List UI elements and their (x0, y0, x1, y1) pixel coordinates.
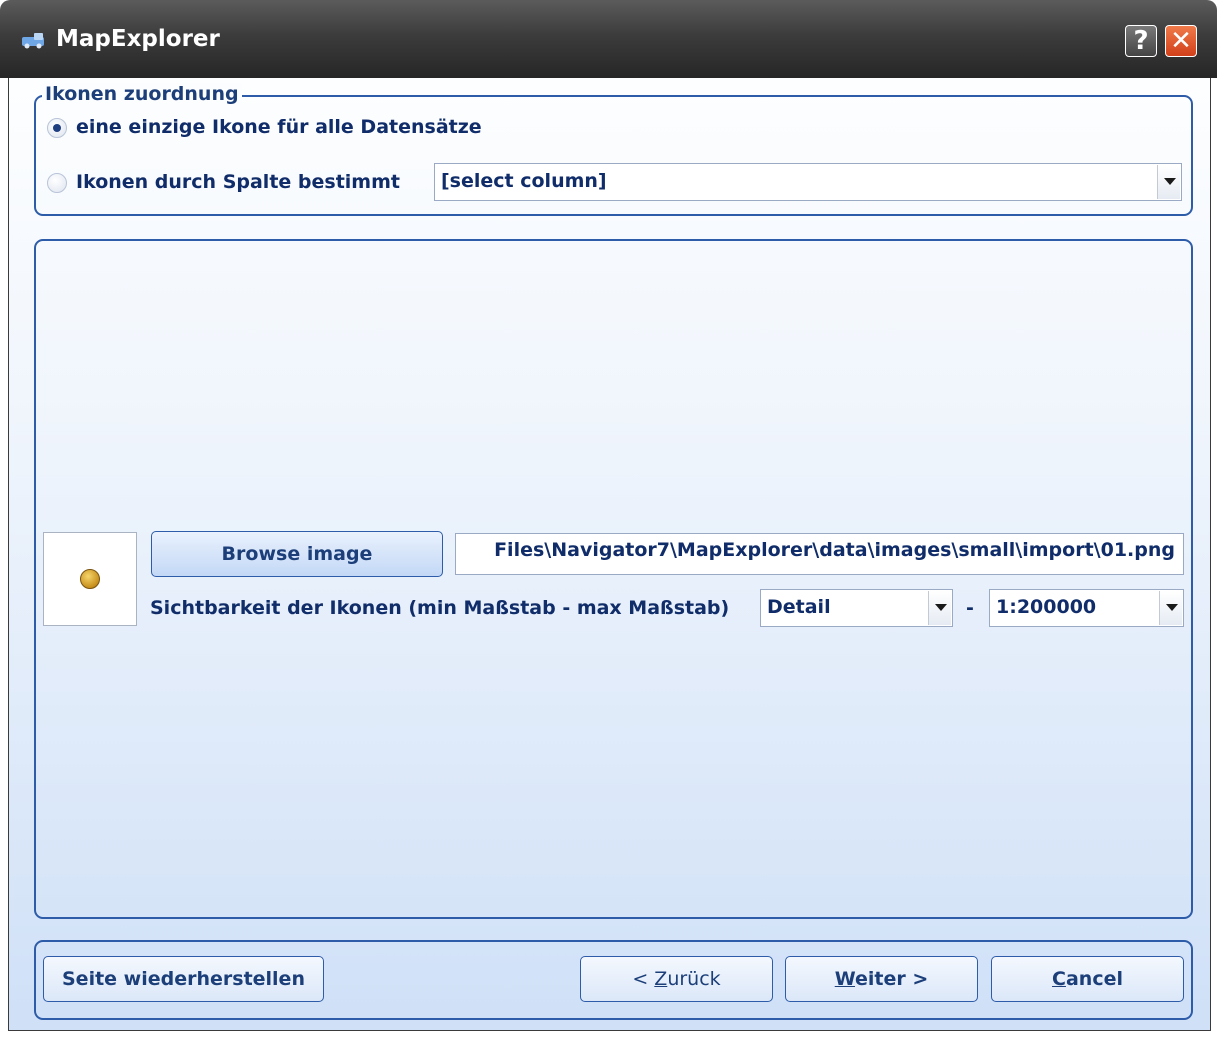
close-button[interactable]: ✕ (1165, 25, 1197, 57)
visibility-label: Sichtbarkeit der Ikonen (min Maßstab - m… (150, 597, 730, 619)
back-prefix: < (632, 968, 655, 990)
next-button[interactable]: Weiter > (785, 956, 978, 1002)
radio-icon-by-column[interactable] (47, 173, 67, 193)
icon-preview (43, 532, 137, 626)
cancel-label: Cancel (1052, 968, 1123, 990)
back-button[interactable]: < Zurück (580, 956, 773, 1002)
back-rest: urück (667, 968, 721, 990)
radio-single-icon-label[interactable]: eine einzige Ikone für alle Datensätze (76, 116, 482, 138)
back-label: < Zurück (632, 968, 720, 990)
radio-single-icon[interactable] (47, 118, 67, 138)
max-scale-value: 1:200000 (996, 596, 1097, 618)
chevron-down-icon[interactable] (1157, 165, 1180, 199)
close-icon: ✕ (1170, 26, 1192, 56)
restore-page-button[interactable]: Seite wiederherstellen (43, 956, 324, 1002)
icon-assignment-group: Ikonen zuordnung eine einzige Ikone für … (34, 83, 1193, 216)
max-scale-select[interactable]: 1:200000 (989, 589, 1184, 627)
column-select[interactable]: [select column] (434, 163, 1182, 201)
group-legend: Ikonen zuordnung (42, 83, 242, 105)
title-bar[interactable]: MapExplorer ? ✕ (0, 0, 1217, 78)
next-accel: W (834, 968, 855, 990)
cancel-button[interactable]: Cancel (991, 956, 1184, 1002)
next-label: Weiter > (835, 968, 929, 990)
help-button[interactable]: ? (1125, 25, 1157, 57)
cancel-rest: ancel (1065, 968, 1123, 990)
image-path-value: Files\Navigator7\MapExplorer\data\images… (494, 539, 1175, 561)
radio-selected-dot (53, 124, 61, 132)
back-accel: Z (654, 968, 668, 990)
cancel-accel: C (1052, 968, 1066, 990)
window-title: MapExplorer (56, 26, 220, 52)
min-scale-value: Detail (767, 596, 831, 618)
browse-image-label: Browse image (221, 543, 373, 565)
icon-settings-panel (34, 239, 1193, 919)
mapexplorer-dialog: MapExplorer ? ✕ Ikonen zuordnung eine ei… (0, 0, 1217, 1038)
coin-icon (80, 569, 100, 589)
scale-range-separator: - (966, 597, 974, 619)
restore-page-label: Seite wiederherstellen (62, 968, 305, 990)
help-icon: ? (1133, 26, 1149, 56)
min-scale-select[interactable]: Detail (760, 589, 953, 627)
image-path-field[interactable]: Files\Navigator7\MapExplorer\data\images… (455, 533, 1184, 575)
chevron-down-icon[interactable] (1159, 591, 1182, 625)
chevron-down-icon[interactable] (928, 591, 951, 625)
column-select-value: [select column] (441, 170, 607, 192)
dialog-body: Ikonen zuordnung eine einzige Ikone für … (8, 78, 1211, 1031)
app-icon (22, 33, 44, 49)
radio-icon-by-column-label[interactable]: Ikonen durch Spalte bestimmt (76, 171, 400, 193)
browse-image-button[interactable]: Browse image (151, 531, 443, 577)
next-rest: eiter > (855, 968, 929, 990)
